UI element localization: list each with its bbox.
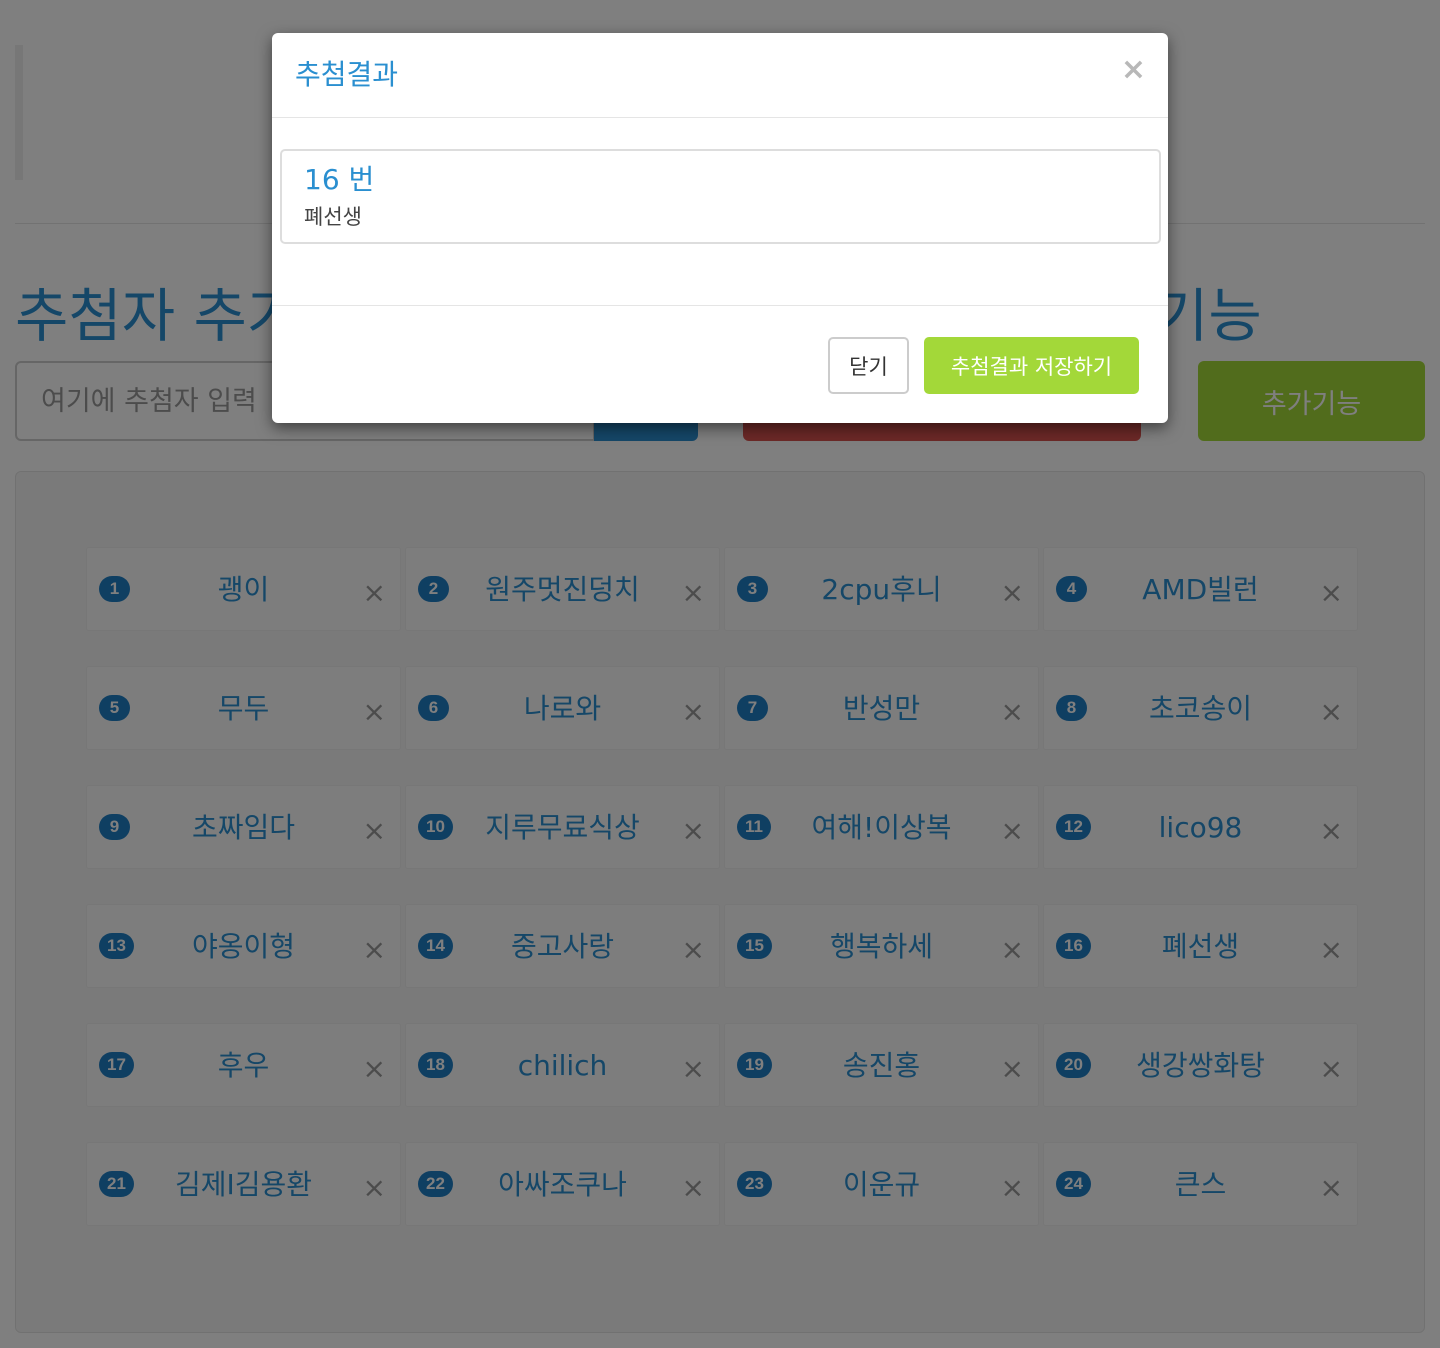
- result-card: 16 번 폐선생: [280, 149, 1161, 244]
- result-modal: 추첨결과 × 16 번 폐선생 닫기 추첨결과 저장하기: [272, 33, 1168, 423]
- page: 추첨자 추가 기능 추가기능 1괭이×2원주멋진덩치×32cpu후니×4AMD빌…: [0, 0, 1440, 1348]
- modal-footer: 닫기 추첨결과 저장하기: [272, 305, 1168, 423]
- close-icon[interactable]: ×: [1121, 55, 1146, 85]
- close-button[interactable]: 닫기: [828, 337, 909, 394]
- modal-header: 추첨결과 ×: [272, 33, 1168, 118]
- result-name: 폐선생: [304, 205, 362, 229]
- result-number: 16 번: [304, 163, 375, 196]
- modal-title: 추첨결과: [295, 58, 399, 91]
- save-result-button[interactable]: 추첨결과 저장하기: [924, 337, 1139, 394]
